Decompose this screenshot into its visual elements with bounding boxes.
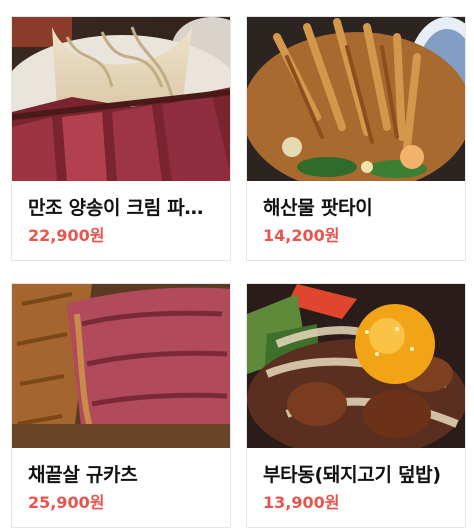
menu-item-photo[interactable] <box>247 284 465 448</box>
menu-item-price: 22,900원 <box>28 226 105 245</box>
menu-card[interactable]: 만조 양송이 크림 파스타 22,900원 <box>11 16 231 261</box>
menu-item-photo[interactable] <box>12 284 230 448</box>
menu-card[interactable]: 채끝살 규카츠 25,900원 <box>11 283 231 528</box>
menu-item-photo[interactable] <box>12 17 230 181</box>
menu-card[interactable]: 해산물 팟타이 14,200원 <box>246 16 466 261</box>
menu-item-name: 부타동(돼지고기 덮밥) <box>263 464 441 486</box>
menu-item-price: 14,200원 <box>263 226 340 245</box>
menu-item-price: 25,900원 <box>28 493 105 512</box>
menu-card[interactable]: 부타동(돼지고기 덮밥) 13,900원 <box>246 283 466 528</box>
menu-item-price: 13,900원 <box>263 493 340 512</box>
menu-item-name: 채끝살 규카츠 <box>28 464 138 486</box>
menu-item-name: 만조 양송이 크림 파스타 <box>28 197 216 219</box>
menu-item-photo[interactable] <box>247 17 465 181</box>
menu-item-name: 해산물 팟타이 <box>263 197 373 219</box>
